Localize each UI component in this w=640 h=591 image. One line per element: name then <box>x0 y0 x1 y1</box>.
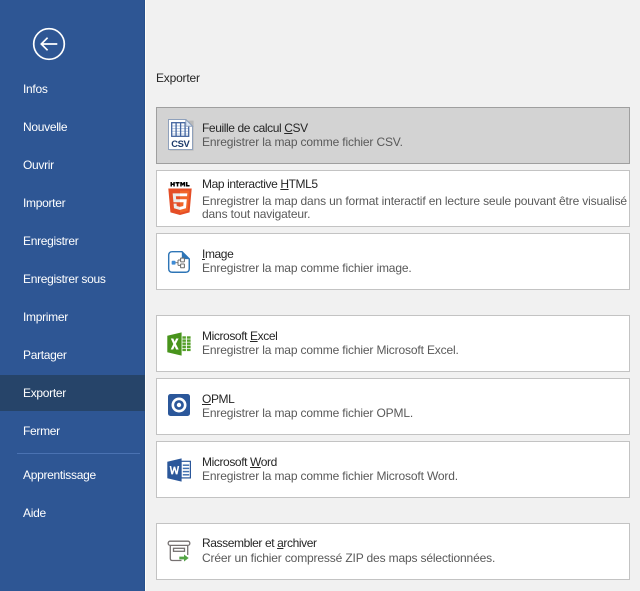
svg-text:CSV: CSV <box>171 138 190 149</box>
